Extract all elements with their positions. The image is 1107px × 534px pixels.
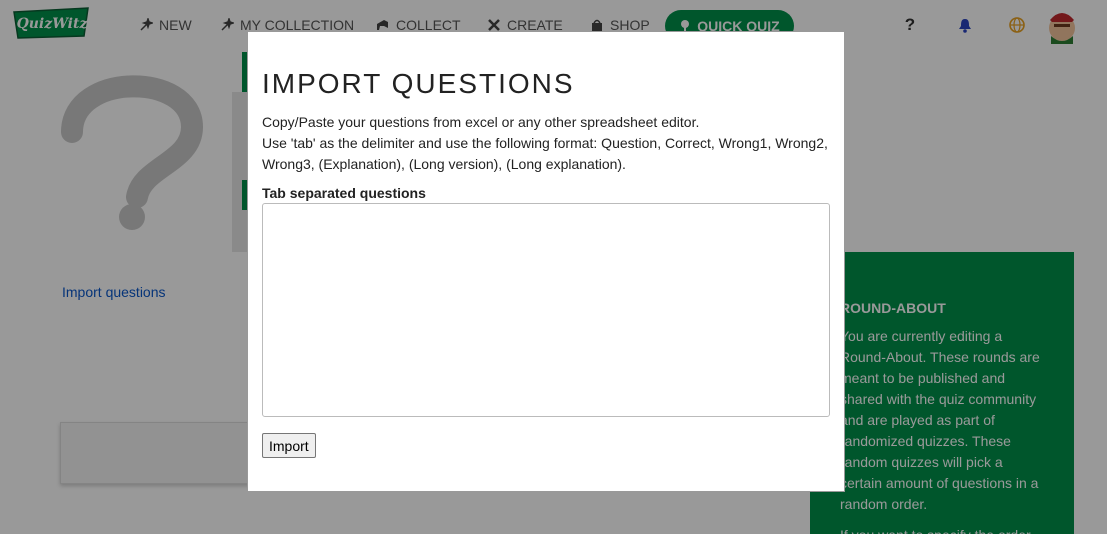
modal-description-line2: Use 'tab' as the delimiter and use the f… bbox=[262, 135, 828, 172]
modal-description-line1: Copy/Paste your questions from excel or … bbox=[262, 114, 700, 130]
tab-separated-label: Tab separated questions bbox=[262, 185, 426, 201]
import-questions-modal: IMPORT QUESTIONS Copy/Paste your questio… bbox=[247, 31, 845, 492]
modal-title: IMPORT QUESTIONS bbox=[262, 68, 575, 99]
questions-textarea[interactable] bbox=[262, 203, 830, 417]
import-button[interactable]: Import bbox=[262, 433, 316, 458]
